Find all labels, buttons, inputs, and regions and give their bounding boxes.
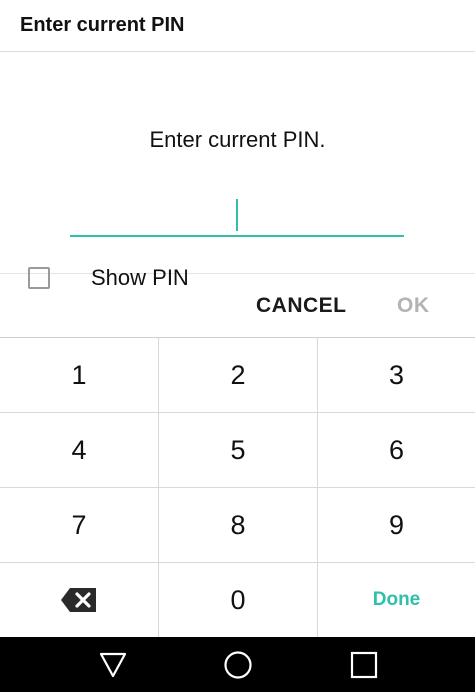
navigation-bar (0, 637, 475, 692)
nav-home-button[interactable] (211, 637, 265, 692)
recents-square-icon (350, 651, 378, 678)
key-5[interactable]: 5 (159, 413, 318, 488)
key-9[interactable]: 9 (318, 488, 475, 563)
key-4[interactable]: 4 (0, 413, 159, 488)
key-8[interactable]: 8 (159, 488, 318, 563)
numeric-keypad: 1 2 3 4 5 6 7 8 9 0 Done (0, 338, 475, 637)
text-cursor (236, 199, 238, 231)
dialog-actions: CANCEL OK (0, 274, 475, 338)
cancel-button[interactable]: CANCEL (256, 294, 347, 318)
backspace-icon (61, 588, 96, 612)
key-2[interactable]: 2 (159, 338, 318, 413)
key-backspace[interactable] (0, 563, 159, 637)
key-7[interactable]: 7 (0, 488, 159, 563)
key-0[interactable]: 0 (159, 563, 318, 637)
nav-back-button[interactable] (86, 637, 140, 692)
pin-prompt: Enter current PIN. (149, 127, 326, 152)
key-1[interactable]: 1 (0, 338, 159, 413)
key-3[interactable]: 3 (318, 338, 475, 413)
pin-input[interactable] (70, 195, 404, 237)
back-triangle-icon (99, 652, 127, 677)
title-bar: Enter current PIN (0, 0, 475, 52)
nav-recents-button[interactable] (337, 637, 391, 692)
ok-button[interactable]: OK (397, 294, 430, 318)
key-done[interactable]: Done (318, 563, 475, 637)
pin-dialog: Enter current PIN. Show PIN (0, 52, 475, 290)
key-6[interactable]: 6 (318, 413, 475, 488)
page-title: Enter current PIN (20, 14, 185, 36)
home-circle-icon (224, 650, 252, 679)
